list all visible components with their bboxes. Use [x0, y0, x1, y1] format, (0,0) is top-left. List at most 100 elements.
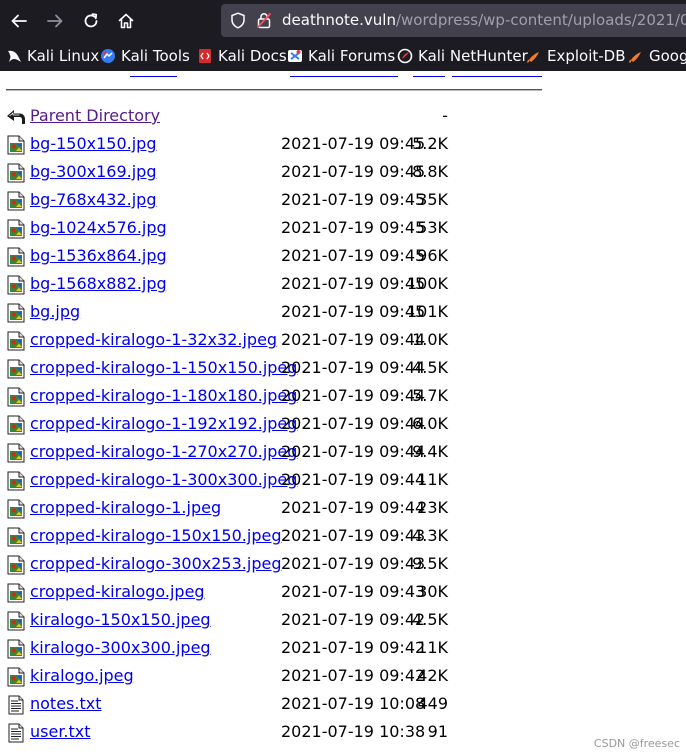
file-date: 2021-07-19 09:43 — [281, 582, 426, 601]
file-size: 4.5K — [412, 610, 448, 629]
file-date: 2021-07-19 09:44 — [281, 442, 426, 461]
address-bar[interactable]: deathnote.vuln/wordpress/wp-content/uplo… — [221, 4, 686, 37]
file-link[interactable]: cropped-kiralogo-1-270x270.jpeg — [30, 441, 297, 463]
shield-icon[interactable] — [230, 12, 246, 29]
bookmark-label: Kali Docs — [218, 47, 287, 65]
file-link[interactable]: bg-300x169.jpg — [30, 161, 156, 183]
file-size: 101K — [406, 302, 448, 321]
file-link[interactable]: bg-1536x864.jpg — [30, 245, 167, 267]
file-size: 100K — [406, 274, 448, 293]
file-link[interactable]: cropped-kiralogo-1-32x32.jpeg — [30, 329, 277, 351]
file-row: cropped-kiralogo-1-180x180.jpeg 2021-07-1… — [0, 383, 686, 411]
file-row: cropped-kiralogo-1-300x300.jpeg 2021-07-1… — [0, 467, 686, 495]
image-file-icon — [7, 331, 25, 351]
file-size: 5.7K — [412, 386, 448, 405]
bookmark-kali-linux[interactable]: Kali Linux — [6, 46, 99, 66]
file-size: 5.2K — [412, 134, 448, 153]
file-size: 35K — [417, 190, 448, 209]
image-file-icon — [7, 583, 25, 603]
file-row: cropped-kiralogo-300x253.jpeg 2021-07-19 … — [0, 551, 686, 579]
file-date: 2021-07-19 09:44 — [281, 470, 426, 489]
image-file-icon — [7, 471, 25, 491]
file-date: 2021-07-19 09:45 — [281, 274, 426, 293]
reload-button[interactable] — [78, 8, 104, 34]
forward-button[interactable] — [42, 8, 68, 34]
file-link[interactable]: cropped-kiralogo-1.jpeg — [30, 497, 221, 519]
bookmark-exploit-db[interactable]: Exploit-DB — [526, 46, 626, 66]
parent-directory-link[interactable]: Parent Directory — [30, 105, 160, 127]
file-link[interactable]: cropped-kiralogo-1-192x192.jpeg — [30, 413, 297, 435]
file-row: cropped-kiralogo-1-32x32.jpeg 2021-07-19 … — [0, 327, 686, 355]
bookmark-kali-docs[interactable]: Kali Docs — [197, 46, 287, 66]
url-text[interactable]: deathnote.vuln/wordpress/wp-content/uplo… — [282, 11, 686, 30]
file-link[interactable]: kiralogo-300x300.jpeg — [30, 637, 211, 659]
bookmark-kali-nethunter[interactable]: Kali NetHunter — [397, 46, 528, 66]
image-file-icon — [7, 639, 25, 659]
file-size: 11K — [417, 470, 448, 489]
file-link[interactable]: cropped-kiralogo.jpeg — [30, 581, 205, 603]
file-size: 91 — [427, 722, 448, 741]
file-size: 9.5K — [412, 554, 448, 573]
reload-icon — [84, 13, 98, 28]
watermark: CSDN @freesec — [593, 737, 680, 750]
image-file-icon — [7, 135, 25, 155]
image-file-icon — [7, 303, 25, 323]
image-file-icon — [7, 415, 25, 435]
image-file-icon — [7, 275, 25, 295]
file-row: notes.txt 2021-07-19 10:08 449 — [0, 691, 686, 719]
file-date: 2021-07-19 09:45 — [281, 246, 426, 265]
back-arrow-icon — [11, 14, 27, 28]
file-link[interactable]: cropped-kiralogo-1-180x180.jpeg — [30, 385, 297, 407]
column-header-description-link[interactable] — [452, 71, 542, 77]
file-link[interactable]: cropped-kiralogo-300x253.jpeg — [30, 553, 281, 575]
bookmarks-bar: Kali Linux Kali Tools Kali Docs Kali For… — [0, 41, 686, 71]
file-link[interactable]: cropped-kiralogo-1-300x300.jpeg — [30, 469, 297, 491]
file-row: bg-1568x882.jpg 2021-07-19 09:45 100K — [0, 271, 686, 299]
kali-nethunter-icon — [397, 48, 413, 64]
file-size: 1.0K — [412, 330, 448, 349]
image-file-icon — [7, 359, 25, 379]
file-date: 2021-07-19 10:38 — [281, 722, 426, 741]
file-row: bg.jpg 2021-07-19 09:45 101K — [0, 299, 686, 327]
browser-toolbar: deathnote.vuln/wordpress/wp-content/uplo… — [0, 0, 686, 41]
file-size: 30K — [417, 582, 448, 601]
file-link[interactable]: kiralogo.jpeg — [30, 665, 134, 687]
bookmark-label: Kali Tools — [121, 47, 190, 65]
file-link[interactable]: bg-1568x882.jpg — [30, 273, 167, 295]
file-link[interactable]: notes.txt — [30, 693, 101, 715]
bookmark-label: Kali Forums — [308, 47, 396, 65]
column-header-size-link[interactable] — [413, 71, 445, 77]
insecure-lock-icon[interactable] — [256, 12, 272, 29]
file-link[interactable]: bg.jpg — [30, 301, 80, 323]
url-path: /wordpress/wp-content/uploads/2021/07/ — [395, 11, 686, 29]
exploit-db-icon — [628, 52, 641, 63]
file-row: user.txt 2021-07-19 10:38 91 — [0, 719, 686, 747]
column-header-name-link[interactable] — [130, 71, 177, 77]
file-link[interactable]: cropped-kiralogo-150x150.jpeg — [30, 525, 281, 547]
bookmark-label: Kali NetHunter — [418, 47, 528, 65]
file-size: 53K — [417, 218, 448, 237]
back-button[interactable] — [6, 8, 32, 34]
bookmark-google[interactable]: Goog — [628, 46, 686, 66]
file-date: 2021-07-19 09:44 — [281, 330, 426, 349]
file-link[interactable]: cropped-kiralogo-1-150x150.jpeg — [30, 357, 297, 379]
file-link[interactable]: bg-768x432.jpg — [30, 189, 156, 211]
image-file-icon — [7, 163, 25, 183]
file-date: 2021-07-19 09:44 — [281, 498, 426, 517]
file-row: cropped-kiralogo-1.jpeg 2021-07-19 09:44 2… — [0, 495, 686, 523]
file-link[interactable]: bg-1024x576.jpg — [30, 217, 167, 239]
file-date: 2021-07-19 09:45 — [281, 218, 426, 237]
file-link[interactable]: user.txt — [30, 721, 91, 743]
file-link[interactable]: bg-150x150.jpg — [30, 133, 156, 155]
home-button[interactable] — [113, 8, 139, 34]
bookmark-kali-tools[interactable]: Kali Tools — [100, 46, 190, 66]
file-link[interactable]: kiralogo-150x150.jpeg — [30, 609, 211, 631]
file-size: 4.3K — [412, 526, 448, 545]
file-date: 2021-07-19 09:45 — [281, 190, 426, 209]
bookmark-kali-forums[interactable]: Kali Forums — [287, 46, 395, 66]
file-size: 449 — [417, 694, 448, 713]
column-header-last-modified-link[interactable] — [290, 71, 398, 77]
file-size: 23K — [417, 498, 448, 517]
file-row: cropped-kiralogo-1-150x150.jpeg 2021-07-1… — [0, 355, 686, 383]
text-file-icon — [8, 723, 24, 743]
